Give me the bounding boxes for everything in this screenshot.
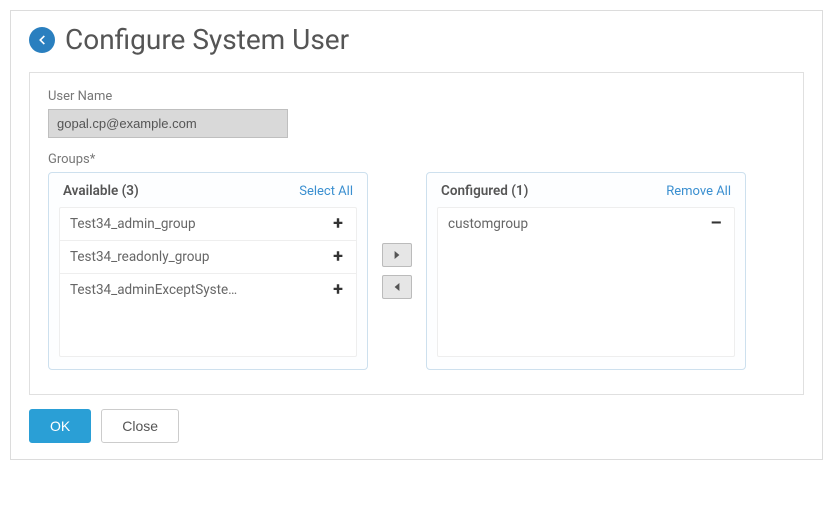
available-title: Available (3) — [63, 183, 139, 199]
move-right-button[interactable] — [382, 243, 412, 267]
move-left-button[interactable] — [382, 275, 412, 299]
available-header: Available (3) Select All — [49, 173, 367, 207]
list-item[interactable]: Test34_readonly_group + — [60, 241, 356, 274]
username-field[interactable] — [48, 109, 288, 138]
plus-icon[interactable]: + — [330, 248, 346, 266]
groups-dual-list: Available (3) Select All Test34_admin_gr… — [48, 172, 785, 370]
select-all-link[interactable]: Select All — [299, 184, 353, 199]
configure-system-user-dialog: Configure System User User Name Groups* … — [10, 10, 823, 460]
close-button[interactable]: Close — [101, 409, 179, 443]
dialog-body: User Name Groups* Available (3) Select A… — [29, 72, 804, 395]
configured-list-box: Configured (1) Remove All customgroup – — [426, 172, 746, 370]
list-item-label: Test34_readonly_group — [70, 249, 209, 265]
list-item[interactable]: customgroup – — [438, 208, 734, 240]
groups-label: Groups* — [48, 152, 785, 167]
page-title: Configure System User — [65, 23, 349, 56]
configured-header: Configured (1) Remove All — [427, 173, 745, 207]
list-item[interactable]: Test34_admin_group + — [60, 208, 356, 241]
back-icon[interactable] — [29, 27, 55, 53]
username-label: User Name — [48, 89, 785, 104]
transfer-buttons — [382, 243, 412, 299]
list-item-label: customgroup — [448, 216, 528, 232]
list-item[interactable]: Test34_adminExceptSyste… + — [60, 274, 356, 306]
configured-items: customgroup – — [437, 207, 735, 357]
list-item-label: Test34_adminExceptSyste… — [70, 282, 237, 298]
available-list-box: Available (3) Select All Test34_admin_gr… — [48, 172, 368, 370]
available-items: Test34_admin_group + Test34_readonly_gro… — [59, 207, 357, 357]
remove-all-link[interactable]: Remove All — [666, 184, 731, 199]
list-item-label: Test34_admin_group — [70, 216, 196, 232]
plus-icon[interactable]: + — [330, 281, 346, 299]
minus-icon[interactable]: – — [708, 215, 724, 233]
dialog-footer: OK Close — [11, 409, 822, 459]
dialog-header: Configure System User — [11, 11, 822, 66]
plus-icon[interactable]: + — [330, 215, 346, 233]
configured-title: Configured (1) — [441, 183, 528, 199]
ok-button[interactable]: OK — [29, 409, 91, 443]
